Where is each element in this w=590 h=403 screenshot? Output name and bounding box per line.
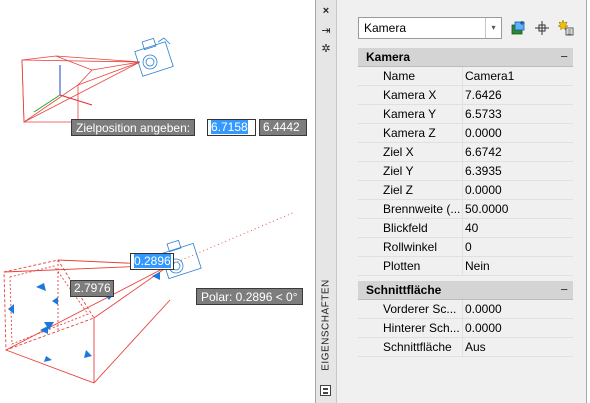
distance-readout: 2.7976 xyxy=(70,280,114,297)
top-camera-glyph xyxy=(134,37,174,77)
property-label: Kamera Y xyxy=(358,105,463,123)
property-row[interactable]: Brennweite (... 50.0000 xyxy=(358,200,573,219)
property-label: Name xyxy=(358,67,463,85)
property-label: Kamera X xyxy=(358,86,463,104)
select-objects-icon[interactable] xyxy=(533,19,551,37)
property-value[interactable]: Aus xyxy=(465,338,486,356)
camera-view-direction xyxy=(169,211,296,266)
property-row[interactable]: Blickfeld 40 xyxy=(358,219,573,238)
drawing-canvas[interactable] xyxy=(0,0,312,403)
section-title: Schnittfläche xyxy=(366,283,442,297)
lens-length-input[interactable]: 0.2896 xyxy=(130,253,174,270)
quick-select-icon[interactable] xyxy=(557,19,575,37)
property-value[interactable]: 0.0000 xyxy=(465,319,502,337)
object-type-value: Kamera xyxy=(364,21,407,35)
properties-palette: × ⇥ ✲ EIGENSCHAFTEN Kamera ▾ Kamera−Na xyxy=(315,0,587,403)
palette-properties-icon[interactable] xyxy=(320,385,331,396)
top-camera-frustum xyxy=(21,55,141,123)
property-label: Schnittfläche xyxy=(358,338,463,356)
palette-title-strip: × ⇥ ✲ EIGENSCHAFTEN xyxy=(316,0,337,403)
close-icon[interactable]: × xyxy=(320,5,332,17)
property-row[interactable]: Ziel X 6.6742 xyxy=(358,143,573,162)
autohide-icon[interactable]: ⇥ xyxy=(320,25,332,37)
property-value[interactable]: 6.3935 xyxy=(465,162,502,180)
property-value[interactable]: 50.0000 xyxy=(465,200,508,218)
property-row[interactable]: Rollwinkel 0 xyxy=(358,238,573,257)
property-value[interactable]: 7.6426 xyxy=(465,86,502,104)
property-label: Kamera Z xyxy=(358,124,463,142)
property-row[interactable]: Name Camera1 xyxy=(358,67,573,86)
property-row[interactable]: Ziel Y 6.3935 xyxy=(358,162,573,181)
property-row[interactable]: Ziel Z 0.0000 xyxy=(358,181,573,200)
property-row[interactable]: Kamera Z 0.0000 xyxy=(358,124,573,143)
section-header[interactable]: Kamera − xyxy=(358,48,573,67)
property-row[interactable]: Kamera X 7.6426 xyxy=(358,86,573,105)
ucs-axes-top xyxy=(33,65,93,113)
bottom-camera-frustum xyxy=(3,259,171,384)
property-row[interactable]: Hinterer Sch... 0.0000 xyxy=(358,319,573,338)
property-value[interactable]: Nein xyxy=(465,257,490,275)
palette-title: EIGENSCHAFTEN xyxy=(320,279,332,371)
polar-tracking-tooltip: Polar: 0.2896 < 0° xyxy=(196,288,303,305)
drawing-viewport[interactable]: Zielposition angeben: 6.7158 6.4442 0.28… xyxy=(0,0,312,403)
toggle-pickadd-icon[interactable] xyxy=(509,19,527,37)
collapse-icon[interactable]: − xyxy=(560,49,568,64)
target-x-input-text: 6.7158 xyxy=(211,120,248,134)
property-value[interactable]: Camera1 xyxy=(465,67,514,85)
property-value[interactable]: 0.0000 xyxy=(465,124,502,142)
property-label: Hinterer Sch... xyxy=(358,319,463,337)
property-value[interactable]: 6.5733 xyxy=(465,105,502,123)
lens-length-input-text: 0.2896 xyxy=(134,254,171,268)
collapse-icon[interactable]: − xyxy=(560,282,568,297)
property-row[interactable]: Vorderer Sc... 0.0000 xyxy=(358,300,573,319)
section-header[interactable]: Schnittfläche − xyxy=(358,281,573,300)
section-title: Kamera xyxy=(366,50,411,64)
object-type-dropdown[interactable]: Kamera ▾ xyxy=(358,17,502,39)
property-label: Ziel Y xyxy=(358,162,463,180)
property-value[interactable]: 6.6742 xyxy=(465,143,502,161)
property-row[interactable]: Schnittfläche Aus xyxy=(358,338,573,357)
property-label: Rollwinkel xyxy=(358,238,463,256)
property-value[interactable]: 40 xyxy=(465,219,478,237)
settings-icon[interactable]: ✲ xyxy=(320,43,332,55)
property-row[interactable]: Plotten Nein xyxy=(358,257,573,276)
chevron-down-icon[interactable]: ▾ xyxy=(485,18,501,38)
property-row[interactable]: Kamera Y 6.5733 xyxy=(358,105,573,124)
property-label: Blickfeld xyxy=(358,219,463,237)
target-x-input[interactable]: 6.7158 xyxy=(207,119,256,136)
target-y-input[interactable]: 6.4442 xyxy=(259,119,307,136)
property-value[interactable]: 0.0000 xyxy=(465,300,502,318)
property-label: Brennweite (... xyxy=(358,200,463,218)
property-label: Vorderer Sc... xyxy=(358,300,463,318)
property-label: Ziel X xyxy=(358,143,463,161)
property-value[interactable]: 0 xyxy=(465,238,472,256)
property-value[interactable]: 0.0000 xyxy=(465,181,502,199)
property-label: Plotten xyxy=(358,257,463,275)
target-position-prompt: Zielposition angeben: xyxy=(71,119,196,136)
property-label: Ziel Z xyxy=(358,181,463,199)
